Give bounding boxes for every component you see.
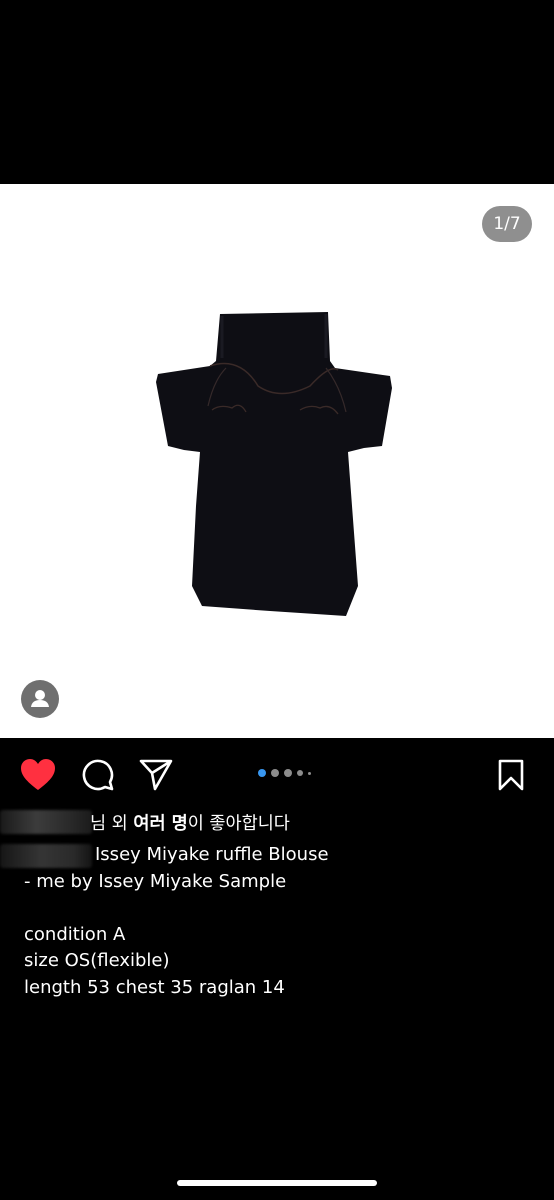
image-counter-badge: 1/7 [482, 206, 532, 242]
bookmark-icon [498, 759, 524, 791]
likes-tail: 이 좋아합니다 [187, 814, 290, 834]
person-tag-icon [31, 690, 49, 707]
save-button[interactable] [493, 757, 529, 793]
carousel-dot-active [258, 769, 266, 777]
carousel-dot [297, 770, 303, 776]
likes-suffix: 님 외 [90, 814, 128, 834]
garment-photo [156, 312, 392, 616]
comment-icon [82, 759, 114, 791]
tagged-people-button[interactable] [21, 680, 59, 718]
redacted-username [0, 810, 92, 834]
likes-text: 님 외 여러 명이 좋아합니다 [90, 810, 290, 835]
post-action-bar [0, 738, 554, 810]
send-icon [139, 759, 173, 791]
caption-body: - me by Issey Miyake Sample condition A … [24, 870, 287, 998]
like-button[interactable] [20, 757, 56, 793]
likes-bold: 여러 명 [133, 814, 188, 834]
carousel-dot [271, 769, 279, 777]
likes-summary[interactable]: 님 외 여러 명이 좋아합니다 [0, 808, 554, 838]
carousel-dot [308, 771, 311, 775]
home-indicator[interactable] [177, 1180, 377, 1186]
carousel-indicator [258, 767, 311, 779]
heart-icon [21, 759, 55, 790]
carousel-dot [284, 769, 292, 777]
comment-button[interactable] [80, 757, 116, 793]
redacted-author [0, 844, 92, 868]
post-image[interactable]: 1/7 [0, 184, 554, 738]
share-button[interactable] [138, 757, 174, 793]
top-black-area [0, 0, 554, 184]
caption-first-line: Issey Miyake ruffle Blouse [95, 844, 329, 865]
